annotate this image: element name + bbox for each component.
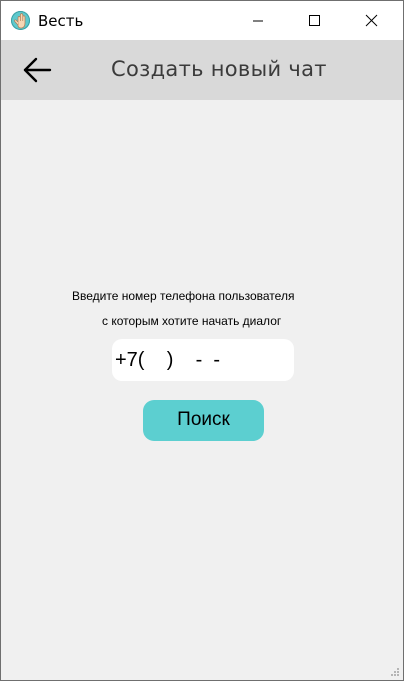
search-button[interactable]: Поиск bbox=[143, 400, 264, 441]
phone-number-value: +7( ) - - bbox=[115, 349, 221, 371]
title-bar[interactable]: Весть bbox=[1, 1, 403, 40]
arrow-left-icon bbox=[23, 57, 52, 83]
close-icon bbox=[365, 14, 378, 27]
page-header: Создать новый чат bbox=[1, 40, 403, 100]
app-window: Весть Создать новый чат Введите номер те… bbox=[0, 0, 404, 681]
maximize-icon bbox=[309, 15, 320, 26]
back-button[interactable] bbox=[17, 52, 57, 88]
phone-prompt-line-2: с которым хотите начать диалог bbox=[102, 314, 282, 328]
search-button-label: Поиск bbox=[177, 409, 230, 430]
app-hand-icon bbox=[11, 11, 30, 30]
resize-grip-icon[interactable] bbox=[390, 667, 400, 677]
minimize-button[interactable] bbox=[235, 1, 281, 40]
window-title: Весть bbox=[38, 12, 84, 30]
maximize-button[interactable] bbox=[291, 1, 337, 40]
phone-number-input[interactable]: +7( ) - - bbox=[112, 339, 294, 381]
phone-prompt-line-1: Введите номер телефона пользователя bbox=[72, 289, 295, 303]
page-title: Создать новый чат bbox=[111, 57, 327, 81]
close-button[interactable] bbox=[347, 1, 393, 40]
minimize-icon bbox=[253, 20, 263, 22]
